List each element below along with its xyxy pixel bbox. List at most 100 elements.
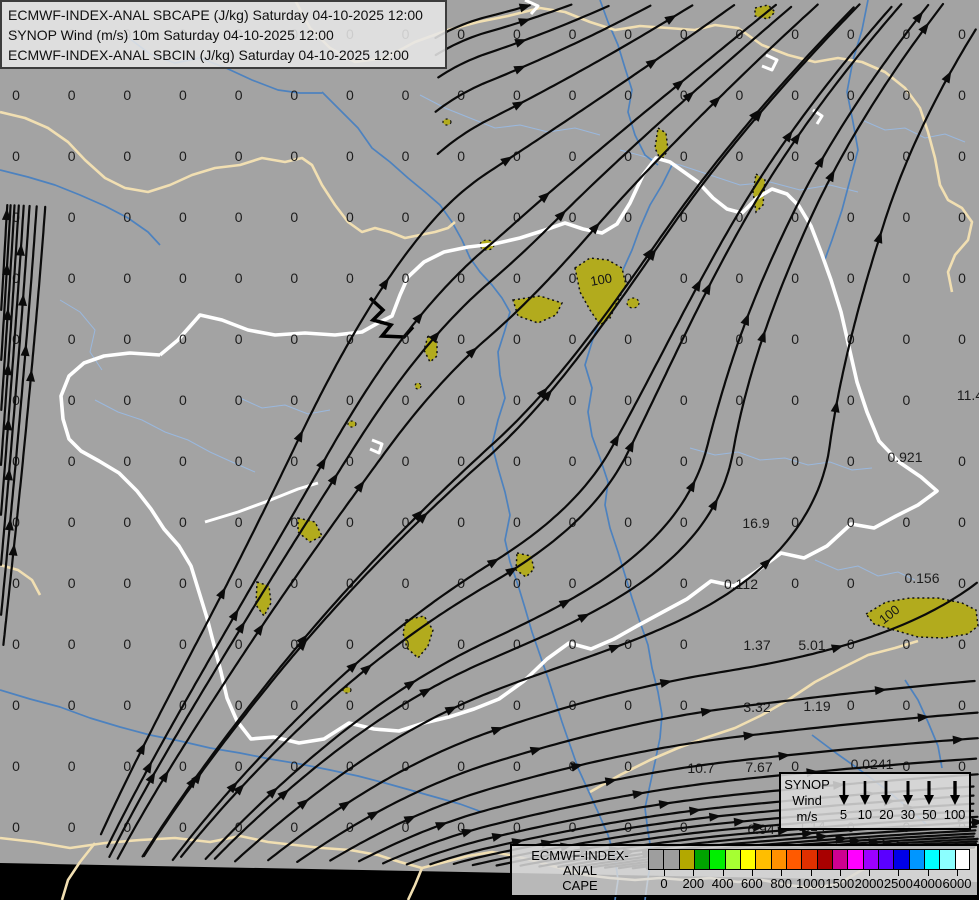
cape-area-small: [414, 382, 422, 390]
grid-value-label: 0: [235, 453, 243, 469]
grid-value-label: 0: [235, 758, 243, 774]
grid-value-label: 0: [179, 575, 187, 591]
grid-value-label: 0: [346, 697, 354, 713]
cape-tick-label: 2000: [854, 876, 884, 891]
grid-value-label: 0: [290, 331, 298, 347]
wind-speed-label: 30: [900, 807, 916, 822]
grid-value-label: 6.94: [747, 821, 774, 837]
grid-value-label: 0: [346, 87, 354, 103]
grid-value-label: 0: [123, 514, 131, 530]
grid-value-label: 0: [179, 819, 187, 835]
cape-color-cell: [755, 849, 771, 870]
grid-value-label: 0: [791, 87, 799, 103]
grid-value-label: 0: [903, 270, 911, 286]
grid-value-label: 0: [736, 87, 744, 103]
grid-value-label: 0: [847, 453, 855, 469]
grid-value-label: 0: [179, 758, 187, 774]
grid-value-label: 0: [736, 453, 744, 469]
grid-value-label: 0: [513, 453, 521, 469]
grid-value-label: 0: [791, 148, 799, 164]
grid-value-label: 0: [123, 209, 131, 225]
grid-value-label: 1.37: [743, 637, 770, 653]
grid-value-label: 0: [569, 392, 577, 408]
cape-color-cell: [862, 849, 878, 870]
grid-value-label: 0: [123, 87, 131, 103]
grid-value-label: 0: [402, 453, 410, 469]
cape-color-cell: [923, 849, 940, 870]
cape-color-cell: [801, 849, 817, 870]
cape-color-cell: [648, 849, 664, 870]
grid-value-label: 0: [402, 575, 410, 591]
grid-value-label: 0: [346, 209, 354, 225]
grid-value-label: 0: [680, 392, 688, 408]
grid-value-label: 1.19: [803, 698, 830, 714]
grid-value-label: 0: [68, 209, 76, 225]
grid-value-label: 0: [847, 87, 855, 103]
grid-value-label: 0: [569, 636, 577, 652]
grid-value-label: 0: [68, 758, 76, 774]
grid-value-label: 0: [736, 148, 744, 164]
grid-value-label: 0: [624, 26, 632, 42]
grid-value-label: 0: [235, 575, 243, 591]
wind-speed-label: 10: [857, 807, 873, 822]
cape-tick-label: 2500: [883, 876, 913, 891]
grid-value-label: 0: [958, 26, 966, 42]
grid-value-label: 0: [179, 331, 187, 347]
grid-value-label: 0: [402, 270, 410, 286]
cape-tick-label: 600: [741, 876, 763, 891]
grid-value-label: 0: [68, 819, 76, 835]
cape-color-cell: [739, 849, 756, 870]
wind-speed-label: 50: [922, 807, 937, 822]
grid-value-label: 0: [68, 331, 76, 347]
grid-value-label: 0: [457, 636, 465, 652]
grid-value-label: 0: [290, 697, 298, 713]
weather-map-canvas: 0 0 0 0 0 0 0 0 0 0 0 0 0 0 0 0 0 0 0 0 0 0 0 0 0 0 0 0 0 0 0 0 0 0 0 0 0 0 0 0…: [0, 0, 979, 900]
grid-value-label: 0: [624, 514, 632, 530]
wind-speed-item: 100: [944, 780, 965, 822]
grid-value-label: 0: [290, 148, 298, 164]
grid-value-label: 0: [235, 636, 243, 652]
cape-area-small: [626, 297, 640, 309]
grid-value-label: 0: [958, 697, 966, 713]
grid-value-label: 0: [12, 148, 20, 164]
grid-value-label: 0: [624, 331, 632, 347]
grid-value-label: 0: [123, 575, 131, 591]
grid-value-label: 0: [235, 87, 243, 103]
cape-color-cell: [678, 849, 694, 870]
cape-legend: ECMWF-INDEX-ANAL CAPE J/kg 0 200 400 600 800…: [510, 844, 979, 900]
grid-value-label: 0: [235, 148, 243, 164]
grid-value-label: 0: [569, 270, 577, 286]
grid-value-label: 0: [569, 331, 577, 347]
grid-value-label: 0: [680, 209, 688, 225]
grid-value-label: 0: [624, 697, 632, 713]
grid-value-label: 0: [513, 697, 521, 713]
grid-value-label: 0: [847, 209, 855, 225]
grid-value-label: 0: [179, 209, 187, 225]
grid-value-label: 0: [12, 697, 20, 713]
wind-legend-line3: m/s: [796, 809, 818, 824]
grid-value-label: 0: [903, 636, 911, 652]
down-arrow-icon: [838, 781, 849, 805]
down-arrow-icon: [902, 781, 913, 805]
grid-value-label: 0: [958, 514, 966, 530]
grid-value-label: 0: [569, 87, 577, 103]
grid-value-label: 11.4: [957, 387, 979, 403]
grid-value-label: 0: [680, 148, 688, 164]
grid-value-label: 0: [903, 331, 911, 347]
grid-value-label: 0: [290, 209, 298, 225]
grid-value-label: 0: [179, 87, 187, 103]
grid-value-label: 0: [903, 697, 911, 713]
wind-legend-line2: Wind: [792, 793, 822, 808]
cape-color-cell: [785, 849, 802, 870]
grid-value-label: 0: [847, 392, 855, 408]
grid-value-label: 0: [847, 514, 855, 530]
grid-value-label: 0: [235, 209, 243, 225]
grid-value-label: 0: [402, 392, 410, 408]
title-line-wind: SYNOP Wind (m/s) 10m Saturday 04-10-2025…: [8, 27, 334, 43]
cape-color-cell: [663, 849, 679, 870]
grid-value-label: 0: [68, 636, 76, 652]
grid-value-label: 0: [680, 636, 688, 652]
grid-value-label: 0: [958, 453, 966, 469]
down-arrow-icon: [949, 781, 960, 805]
grid-value-label: 0: [68, 514, 76, 530]
